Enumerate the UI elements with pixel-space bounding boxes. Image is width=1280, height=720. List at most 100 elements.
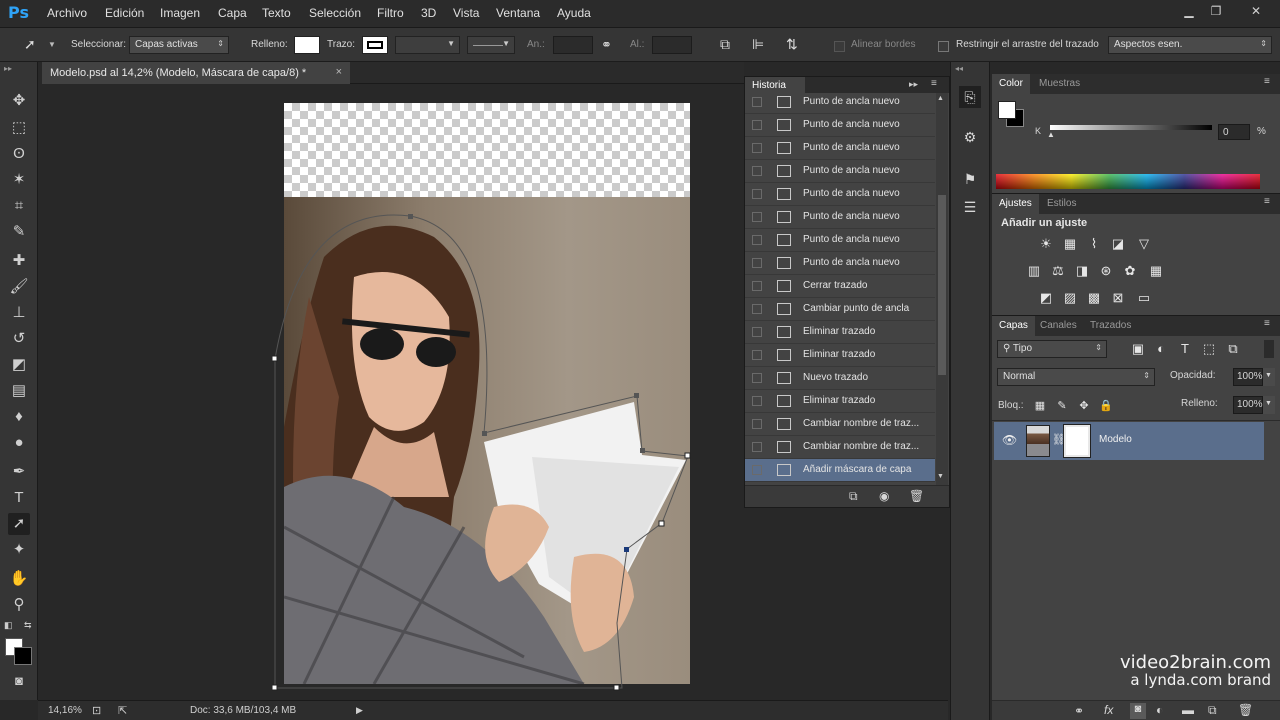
history-item[interactable]: Cambiar nombre de traz... <box>745 436 935 459</box>
history-item-checkbox[interactable] <box>752 465 762 475</box>
filter-toggle[interactable] <box>1264 340 1274 358</box>
k-slider[interactable] <box>1050 125 1212 130</box>
close-tab-icon[interactable]: × <box>336 66 342 78</box>
move-tool-icon[interactable]: ✥ <box>8 90 30 112</box>
path-selection-tool-icon[interactable]: ➚ <box>8 513 30 535</box>
history-item[interactable]: Eliminar trazado <box>745 344 935 367</box>
hue-saturation-icon[interactable]: ▥ <box>1026 263 1042 279</box>
select-dropdown[interactable]: Capas activas ⇕ <box>129 36 229 54</box>
history-item[interactable]: Punto de ancla nuevo <box>745 91 935 114</box>
menu-vista[interactable]: Vista <box>453 6 479 20</box>
type-tool-icon[interactable]: T <box>8 487 30 509</box>
levels-icon[interactable]: ▦ <box>1062 236 1078 252</box>
color-balance-icon[interactable]: ⚖ <box>1050 263 1066 279</box>
history-item-checkbox[interactable] <box>752 235 762 245</box>
panel-menu-icon[interactable]: ≡ <box>1264 196 1270 207</box>
restore-icon[interactable]: ❐ <box>1205 3 1227 19</box>
menu-ventana[interactable]: Ventana <box>496 6 540 20</box>
history-item-checkbox[interactable] <box>752 166 762 176</box>
width-field[interactable] <box>553 36 593 54</box>
tab-color[interactable]: Color <box>992 74 1030 94</box>
dodge-tool-icon[interactable]: ● <box>8 432 30 454</box>
link-icon[interactable]: ⚭ <box>601 37 612 53</box>
brush-tool-icon[interactable]: 🖌 <box>8 276 30 298</box>
path-arrangement-icon[interactable]: ⇅ <box>786 36 798 53</box>
history-item-checkbox[interactable] <box>752 212 762 222</box>
history-item-checkbox[interactable] <box>752 143 762 153</box>
new-adjustment-icon[interactable]: ◐ <box>1156 703 1163 717</box>
history-scrollbar[interactable]: ▲ ▼ <box>936 93 948 485</box>
workspace-dropdown[interactable]: Aspectos esen. ⇕ <box>1108 36 1272 54</box>
panel-menu-icon[interactable]: ≡ <box>931 78 937 89</box>
history-item[interactable]: Cambiar nombre de traz... <box>745 413 935 436</box>
stroke-swatch[interactable] <box>362 36 388 54</box>
tab-estilos[interactable]: Estilos <box>1040 194 1083 214</box>
panel-menu-icon[interactable]: ≡ <box>1264 318 1270 329</box>
expand-icon[interactable]: ▸▸ <box>909 79 918 90</box>
lock-image-icon[interactable]: ✎ <box>1054 398 1070 414</box>
fill-field[interactable]: 100% <box>1233 396 1263 414</box>
scroll-thumb[interactable] <box>938 195 946 375</box>
crop-tool-icon[interactable]: ⌗ <box>8 195 30 217</box>
scroll-down-icon[interactable]: ▼ <box>937 473 944 480</box>
minimize-icon[interactable]: ▁ <box>1178 3 1200 19</box>
lasso-tool-icon[interactable]: ʘ <box>8 143 30 165</box>
opacity-chevron-icon[interactable]: ▼ <box>1263 368 1275 386</box>
path-operations-icon[interactable]: ⧉ <box>720 36 730 53</box>
history-item-checkbox[interactable] <box>752 281 762 291</box>
actions-panel-icon[interactable]: ⚙ <box>959 126 981 148</box>
marquee-tool-icon[interactable]: ⬚ <box>8 117 30 139</box>
history-item-checkbox[interactable] <box>752 97 762 107</box>
history-item-checkbox[interactable] <box>752 442 762 452</box>
new-layer-icon[interactable]: ⧉ <box>1208 703 1217 718</box>
clone-stamp-tool-icon[interactable]: ⊥ <box>8 302 30 324</box>
eraser-tool-icon[interactable]: ◩ <box>8 354 30 376</box>
tab-capas[interactable]: Capas <box>992 316 1035 336</box>
eye-icon[interactable]: 👁 <box>1002 433 1017 447</box>
pen-tool-icon[interactable]: ✒ <box>8 461 30 483</box>
menu-imagen[interactable]: Imagen <box>160 6 200 20</box>
hand-tool-icon[interactable]: ✋ <box>8 568 30 590</box>
menu-seleccion[interactable]: Selección <box>309 6 361 20</box>
gradient-map-icon[interactable]: ▭ <box>1136 290 1152 306</box>
camera-icon[interactable]: ◉ <box>879 489 889 503</box>
channel-mixer-icon[interactable]: ✿ <box>1122 263 1138 279</box>
lock-transparent-icon[interactable]: ▦ <box>1032 398 1048 414</box>
direct-selection-tool-icon[interactable]: ➚ <box>24 36 36 53</box>
layer-mask-thumbnail[interactable] <box>1063 424 1091 458</box>
history-item[interactable]: Punto de ancla nuevo <box>745 229 935 252</box>
color-foreground-swatch[interactable] <box>998 101 1016 119</box>
curves-icon[interactable]: ⌇ <box>1086 236 1102 252</box>
k-value-field[interactable]: 0 <box>1218 124 1250 140</box>
add-mask-icon[interactable]: ◙ <box>1130 703 1146 719</box>
black-white-icon[interactable]: ◨ <box>1074 263 1090 279</box>
share-icon[interactable]: ⇱ <box>118 704 127 717</box>
tab-canales[interactable]: Canales <box>1033 316 1084 336</box>
scroll-up-icon[interactable]: ▲ <box>937 95 944 102</box>
document-tab[interactable]: Modelo.psd al 14,2% (Modelo, Máscara de … <box>42 62 350 84</box>
slider-handle-icon[interactable]: ▲ <box>1047 130 1055 139</box>
path-overlay[interactable] <box>272 103 692 693</box>
filter-smart-object-icon[interactable]: ⧉ <box>1225 341 1241 357</box>
shape-tool-icon[interactable]: ✦ <box>8 539 30 561</box>
threshold-icon[interactable]: ▩ <box>1086 290 1102 306</box>
gradient-tool-icon[interactable]: ▤ <box>8 380 30 402</box>
layer-filter-dropdown[interactable]: ⚲ Tipo ⇕ <box>997 340 1107 358</box>
menu-archivo[interactable]: Archivo <box>47 6 87 20</box>
menu-texto[interactable]: Texto <box>262 6 291 20</box>
vibrance-icon[interactable]: ▽ <box>1136 236 1152 252</box>
fill-chevron-icon[interactable]: ▼ <box>1263 396 1275 414</box>
color-spectrum[interactable] <box>996 174 1260 189</box>
history-item-checkbox[interactable] <box>752 120 762 130</box>
eyedropper-tool-icon[interactable]: ✎ <box>8 221 30 243</box>
filter-type-icon[interactable]: T <box>1177 341 1193 357</box>
menu-filtro[interactable]: Filtro <box>377 6 404 20</box>
panel-menu-icon[interactable]: ≡ <box>1264 76 1270 87</box>
history-item[interactable]: Punto de ancla nuevo <box>745 206 935 229</box>
history-item-checkbox[interactable] <box>752 327 762 337</box>
quick-mask-icon[interactable]: ◙ <box>8 670 30 692</box>
opacity-field[interactable]: 100% <box>1233 368 1263 386</box>
new-group-icon[interactable]: ▬ <box>1182 703 1194 717</box>
history-item[interactable]: Eliminar trazado <box>745 321 935 344</box>
tab-ajustes[interactable]: Ajustes <box>992 194 1039 214</box>
